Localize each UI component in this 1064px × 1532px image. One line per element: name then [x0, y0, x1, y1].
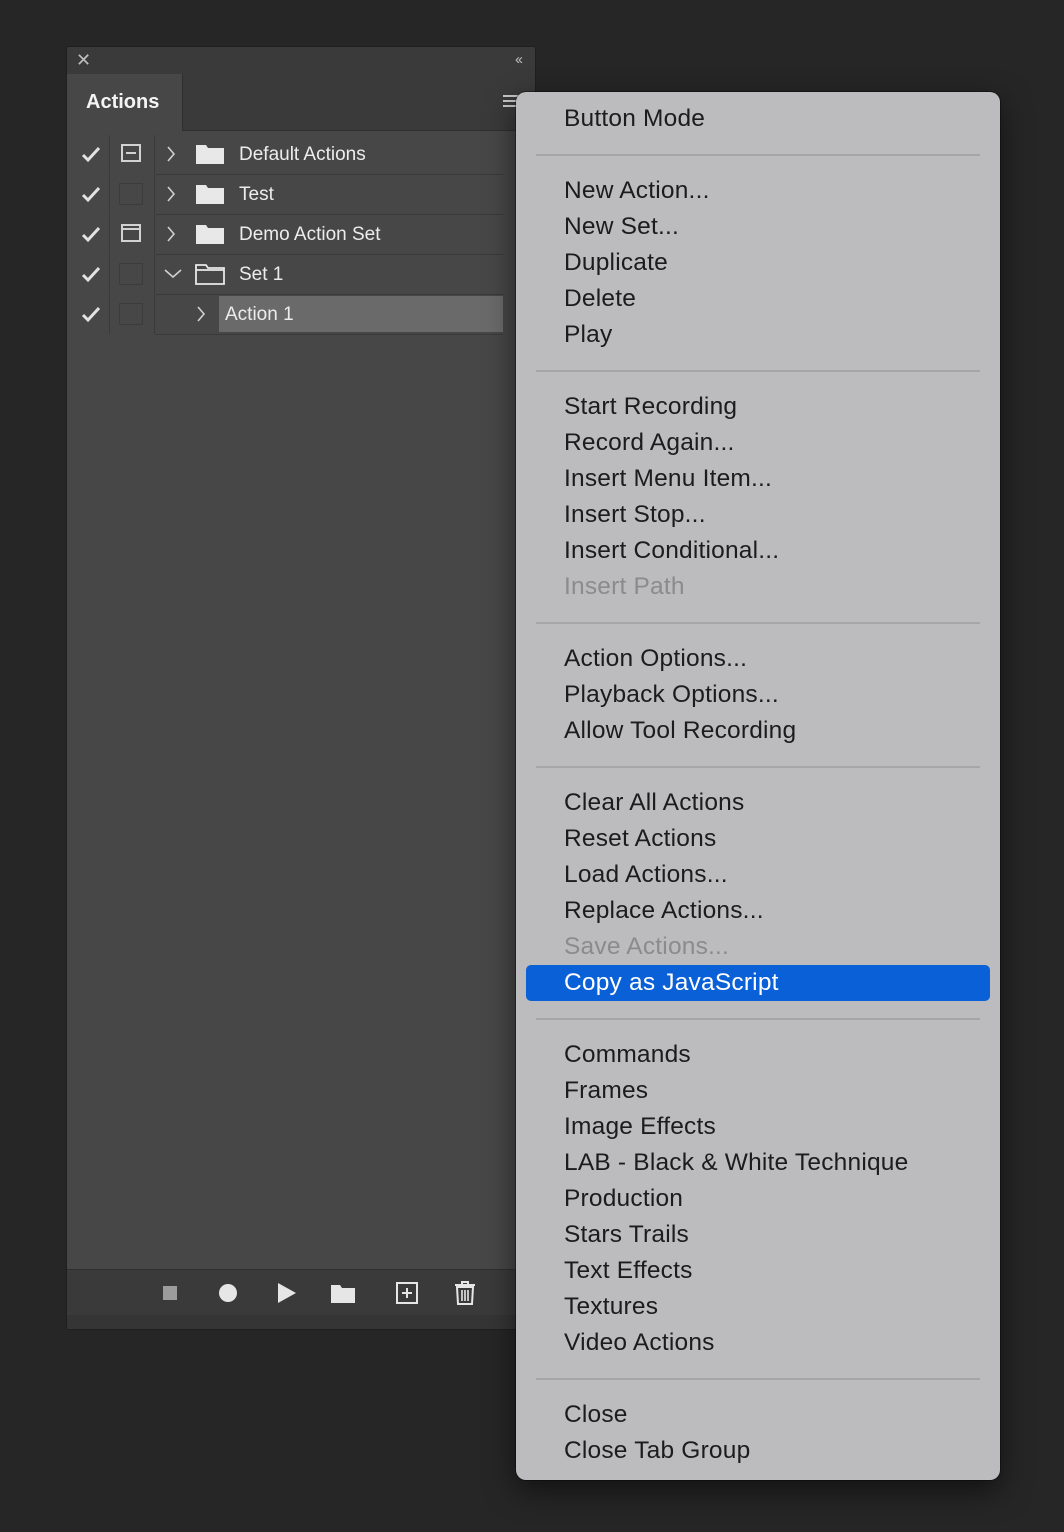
folder-icon: [195, 183, 225, 205]
menu-separator: [536, 370, 980, 372]
menu-item-action-options[interactable]: Action Options...: [526, 641, 990, 677]
chevron-right-icon[interactable]: [163, 224, 179, 244]
toggle-dialog-box[interactable]: [110, 215, 155, 254]
trash-icon[interactable]: [452, 1280, 478, 1306]
toggle-dialog-box[interactable]: [110, 255, 155, 294]
action-set-row[interactable]: Test: [67, 175, 503, 215]
toggle-dialog-box[interactable]: [110, 295, 155, 334]
menu-item-lab-black-white-technique[interactable]: LAB - Black & White Technique: [526, 1145, 990, 1181]
menu-item-copy-as-javascript[interactable]: Copy as JavaScript: [526, 965, 990, 1001]
menu-item-reset-actions[interactable]: Reset Actions: [526, 821, 990, 857]
menu-item-playback-options[interactable]: Playback Options...: [526, 677, 990, 713]
new-action-icon[interactable]: [394, 1280, 420, 1306]
checkmark-icon: [81, 266, 101, 283]
menu-item-clear-all-actions[interactable]: Clear All Actions: [526, 785, 990, 821]
play-icon[interactable]: [273, 1280, 299, 1306]
panel-titlebar: ✕ ‹‹: [67, 47, 535, 74]
item-label: Test: [239, 184, 274, 205]
menu-separator: [536, 766, 980, 768]
menu-item-replace-actions[interactable]: Replace Actions...: [526, 893, 990, 929]
menu-item-button-mode[interactable]: Button Mode: [526, 101, 990, 137]
menu-item-load-actions[interactable]: Load Actions...: [526, 857, 990, 893]
action-row[interactable]: Action 1: [67, 295, 503, 335]
dialog-on-icon: [121, 224, 141, 242]
panel-resize-handle[interactable]: [67, 1315, 535, 1329]
menu-separator: [536, 154, 980, 156]
folder-icon: [195, 143, 225, 165]
toggle-item-checkbox[interactable]: [67, 215, 110, 254]
record-icon[interactable]: [215, 1280, 241, 1306]
chevron-right-icon[interactable]: [163, 144, 179, 164]
item-name-cell[interactable]: Action 1: [155, 295, 503, 335]
close-icon[interactable]: ✕: [76, 50, 91, 70]
menu-item-insert-menu-item[interactable]: Insert Menu Item...: [526, 461, 990, 497]
actions-flyout-menu: Button Mode New Action... New Set... Duplic…: [516, 92, 1000, 1480]
menu-item-delete[interactable]: Delete: [526, 281, 990, 317]
menu-item-stars-trails[interactable]: Stars Trails: [526, 1217, 990, 1253]
action-set-row[interactable]: Default Actions: [67, 135, 503, 175]
item-label: Set 1: [239, 264, 284, 285]
menu-item-play[interactable]: Play: [526, 317, 990, 353]
item-label: Default Actions: [239, 144, 366, 165]
dialog-off-icon: [119, 263, 143, 285]
dialog-partial-icon: [121, 144, 141, 162]
menu-item-frames[interactable]: Frames: [526, 1073, 990, 1109]
item-name-cell[interactable]: Test: [155, 175, 503, 215]
item-name-cell[interactable]: Demo Action Set: [155, 215, 503, 255]
checkmark-icon: [81, 306, 101, 323]
menu-item-save-actions: Save Actions...: [564, 933, 730, 960]
dialog-off-icon: [119, 183, 143, 205]
menu-item-duplicate[interactable]: Duplicate: [526, 245, 990, 281]
item-name-cell[interactable]: Set 1: [155, 255, 503, 295]
menu-separator: [536, 1378, 980, 1380]
chevron-down-icon[interactable]: [163, 264, 182, 284]
menu-item-production[interactable]: Production: [526, 1181, 990, 1217]
toggle-item-checkbox[interactable]: [67, 295, 110, 334]
action-set-row[interactable]: Set 1: [67, 255, 503, 295]
new-set-icon[interactable]: [329, 1280, 357, 1306]
toggle-item-checkbox[interactable]: [67, 135, 110, 174]
menu-separator: [536, 622, 980, 624]
menu-item-insert-conditional[interactable]: Insert Conditional...: [526, 533, 990, 569]
menu-item-text-effects[interactable]: Text Effects: [526, 1253, 990, 1289]
chevron-right-icon[interactable]: [163, 184, 179, 204]
menu-item-new-action[interactable]: New Action...: [526, 173, 990, 209]
menu-item-close[interactable]: Close: [526, 1397, 990, 1433]
chevron-right-icon[interactable]: [193, 304, 209, 324]
toggle-dialog-box[interactable]: [110, 175, 155, 214]
toggle-item-checkbox[interactable]: [67, 175, 110, 214]
stop-icon[interactable]: [157, 1280, 183, 1306]
action-set-row[interactable]: Demo Action Set: [67, 215, 503, 255]
menu-item-new-set[interactable]: New Set...: [526, 209, 990, 245]
collapse-panel-icon[interactable]: ‹‹: [515, 50, 523, 70]
menu-item-commands[interactable]: Commands: [526, 1037, 990, 1073]
toggle-item-checkbox[interactable]: [67, 255, 110, 294]
panel-bottom-toolbar: [67, 1269, 535, 1316]
item-label: Demo Action Set: [239, 224, 381, 245]
dialog-off-icon: [119, 303, 143, 325]
toggle-dialog-box[interactable]: [110, 135, 155, 174]
actions-list: Default Actions Test Demo Action Set Set 1 A…: [67, 135, 503, 335]
menu-item-image-effects[interactable]: Image Effects: [526, 1109, 990, 1145]
menu-item-start-recording[interactable]: Start Recording: [526, 389, 990, 425]
menu-item-allow-tool-recording[interactable]: Allow Tool Recording: [526, 713, 990, 749]
actions-panel: ✕ ‹‹ Actions Default Actions Test Demo Act…: [66, 46, 536, 1330]
menu-item-insert-path: Insert Path: [564, 573, 685, 600]
menu-item-video-actions[interactable]: Video Actions: [526, 1325, 990, 1361]
tab-actions[interactable]: Actions: [67, 74, 183, 131]
menu-separator: [536, 1018, 980, 1020]
folder-open-icon: [195, 263, 225, 285]
menu-item-record-again[interactable]: Record Again...: [526, 425, 990, 461]
checkmark-icon: [81, 186, 101, 203]
checkmark-icon: [81, 226, 101, 243]
menu-item-close-tab-group[interactable]: Close Tab Group: [526, 1433, 990, 1469]
panel-tabbar: Actions: [67, 74, 535, 131]
checkmark-icon: [81, 146, 101, 163]
menu-item-insert-stop[interactable]: Insert Stop...: [526, 497, 990, 533]
item-name-cell[interactable]: Default Actions: [155, 135, 503, 175]
folder-icon: [195, 223, 225, 245]
menu-item-textures[interactable]: Textures: [526, 1289, 990, 1325]
item-label: Action 1: [225, 304, 294, 325]
